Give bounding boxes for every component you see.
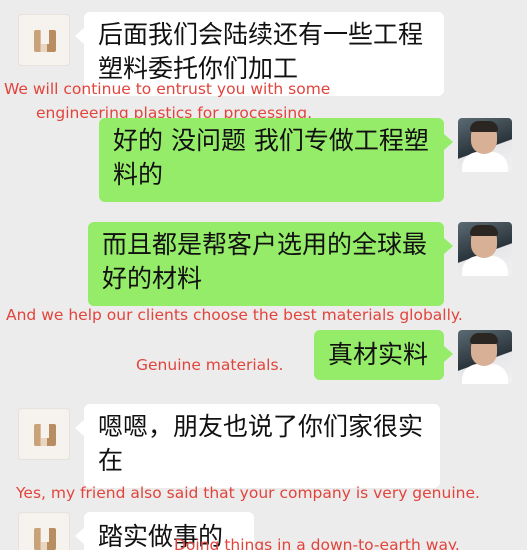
partner-avatar[interactable] bbox=[18, 14, 70, 66]
translation-text: Doing things in a down-to-earth way. bbox=[174, 536, 460, 550]
translation-text: We will continue to entrust you with som… bbox=[4, 80, 331, 98]
message-bubble-outgoing[interactable]: 好的 没问题 我们专做工程塑 料的 bbox=[99, 118, 453, 202]
my-avatar[interactable] bbox=[458, 330, 512, 384]
message-bubble-outgoing[interactable]: 而且都是帮客户选用的全球最 好的材料 bbox=[88, 222, 453, 306]
message-bubble-incoming[interactable]: 嗯嗯，朋友也说了你们家很实 在 bbox=[75, 404, 440, 488]
translation-text: Genuine materials. bbox=[136, 356, 284, 374]
partner-avatar-icon bbox=[34, 30, 56, 52]
partner-avatar-icon bbox=[34, 528, 56, 550]
my-avatar[interactable] bbox=[458, 222, 512, 276]
partner-avatar[interactable] bbox=[18, 408, 70, 460]
partner-avatar[interactable] bbox=[18, 512, 70, 550]
translation-text: And we help our clients choose the best … bbox=[6, 306, 463, 324]
partner-avatar-icon bbox=[34, 424, 56, 446]
my-avatar[interactable] bbox=[458, 118, 512, 172]
chat-window: 后面我们会陆续还有一些工程 塑料委托你们加工 We will continue … bbox=[0, 0, 527, 550]
translation-text: Yes, my friend also said that your compa… bbox=[16, 484, 480, 502]
message-bubble-outgoing[interactable]: 真材实料 bbox=[314, 330, 453, 380]
